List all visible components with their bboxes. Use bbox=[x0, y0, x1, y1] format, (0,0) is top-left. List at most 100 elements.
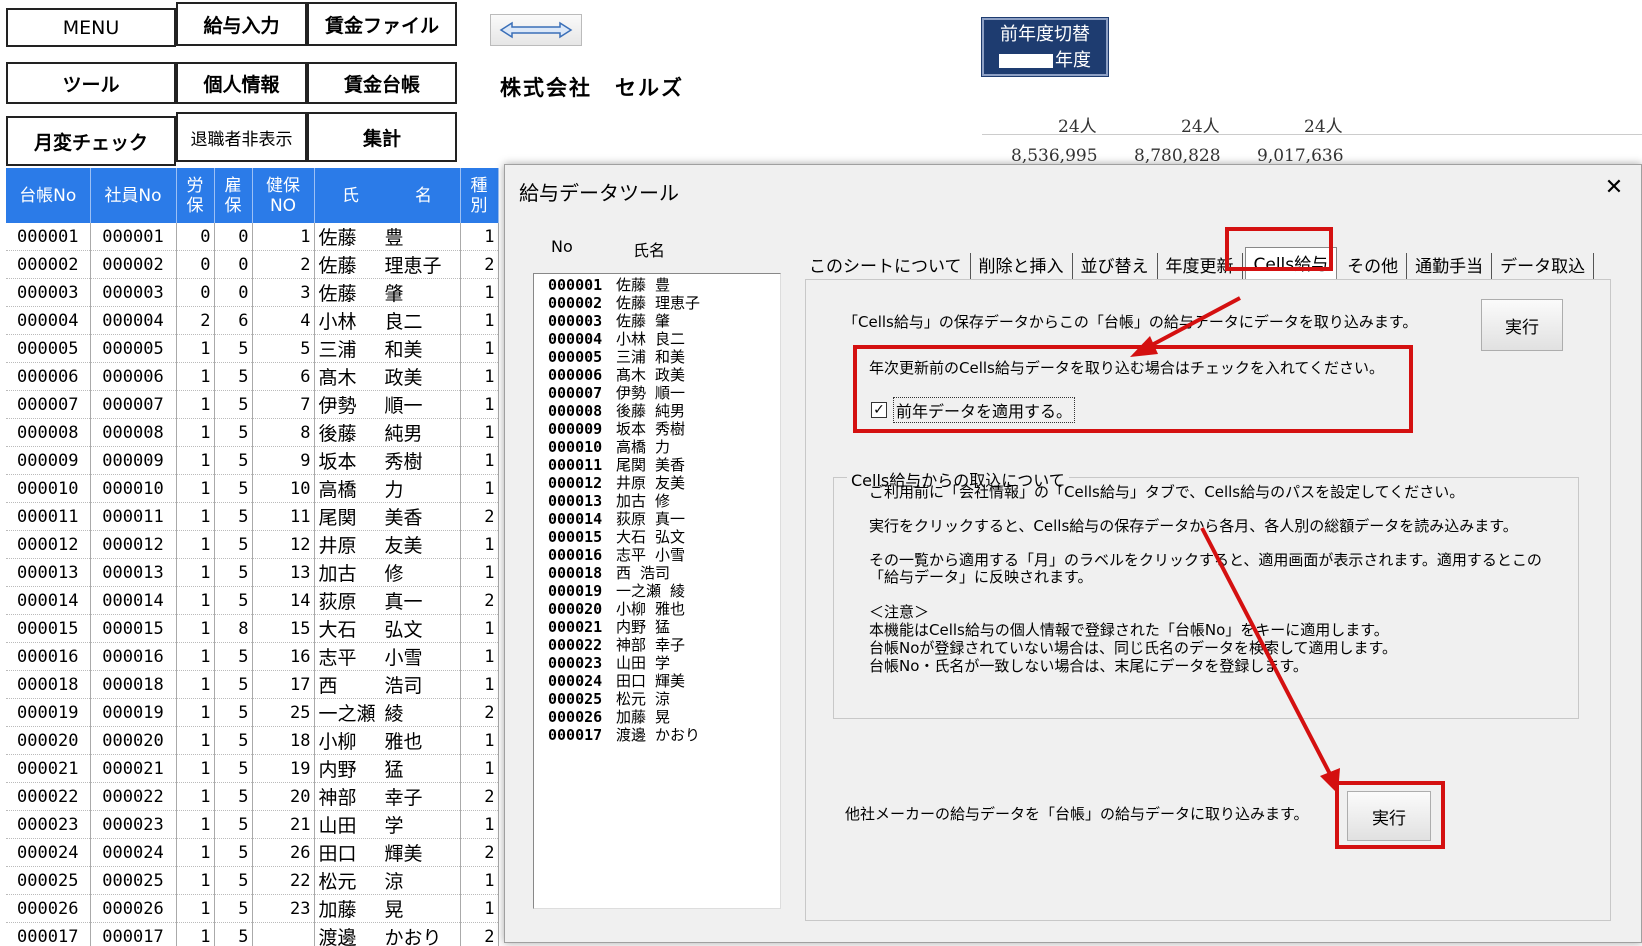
list-item[interactable]: 000013 加古 修 bbox=[548, 492, 766, 510]
cell-shimei[interactable]: 小林 良二 bbox=[314, 306, 461, 335]
cell-koho[interactable]: 5 bbox=[214, 474, 253, 503]
cell-kenpo-no[interactable]: 19 bbox=[252, 754, 315, 783]
cell-shain-no[interactable]: 000024 bbox=[90, 838, 177, 867]
cell-shain-no[interactable]: 000014 bbox=[90, 586, 177, 615]
cell-koho[interactable]: 5 bbox=[214, 810, 253, 839]
cell-rouho[interactable]: 1 bbox=[176, 810, 215, 839]
cells-exec-button[interactable]: 実行 bbox=[1481, 299, 1563, 351]
cell-rouho[interactable]: 1 bbox=[176, 390, 215, 419]
cell-shimei[interactable]: 佐藤 理恵子 bbox=[314, 250, 461, 279]
table-row[interactable]: 000006 000006 1 5 6 髙木 政美 1 bbox=[6, 362, 499, 391]
cell-rouho[interactable]: 1 bbox=[176, 838, 215, 867]
cell-kenpo-no[interactable]: 14 bbox=[252, 586, 315, 615]
cell-rouho[interactable]: 1 bbox=[176, 894, 215, 923]
cell-shubetsu[interactable]: 2 bbox=[460, 922, 499, 946]
cell-shimei[interactable]: 西浩司 bbox=[314, 670, 461, 699]
cell-shimei[interactable]: 渡邊 かおり bbox=[314, 922, 461, 946]
cell-koho[interactable]: 5 bbox=[214, 838, 253, 867]
cell-shimei[interactable]: 松元涼 bbox=[314, 866, 461, 895]
tool-button[interactable]: ツール bbox=[6, 62, 176, 104]
table-row[interactable]: 000015 000015 1 8 15 大石 弘文 1 bbox=[6, 614, 499, 643]
tab-commute[interactable]: 通勤手当 bbox=[1407, 253, 1493, 281]
cell-rouho[interactable]: 1 bbox=[176, 502, 215, 531]
cell-kenpo-no[interactable]: 5 bbox=[252, 334, 315, 363]
list-item[interactable]: 000021 内野 猛 bbox=[548, 618, 766, 636]
list-item[interactable]: 000008 後藤 純男 bbox=[548, 402, 766, 420]
table-row[interactable]: 000011 000011 1 5 11 尾関 美香 2 bbox=[6, 502, 499, 531]
list-item[interactable]: 000018 西 浩司 bbox=[548, 564, 766, 582]
table-row[interactable]: 000002 000002 0 0 2 佐藤 理恵子 2 bbox=[6, 250, 499, 279]
table-row[interactable]: 000014 000014 1 5 14 荻原 真一 2 bbox=[6, 586, 499, 615]
list-item[interactable]: 000003 佐藤 肇 bbox=[548, 312, 766, 330]
cell-shimei[interactable]: 田口 輝美 bbox=[314, 838, 461, 867]
cell-koho[interactable]: 5 bbox=[214, 530, 253, 559]
cell-koho[interactable]: 5 bbox=[214, 670, 253, 699]
cell-rouho[interactable]: 0 bbox=[176, 250, 215, 279]
cell-daicho-no[interactable]: 000018 bbox=[6, 670, 91, 699]
cell-koho[interactable]: 5 bbox=[214, 334, 253, 363]
cell-shubetsu[interactable]: 1 bbox=[460, 670, 499, 699]
cell-rouho[interactable]: 1 bbox=[176, 446, 215, 475]
cell-shain-no[interactable]: 000021 bbox=[90, 754, 177, 783]
cell-shain-no[interactable]: 000026 bbox=[90, 894, 177, 923]
table-row[interactable]: 000024 000024 1 5 26 田口 輝美 2 bbox=[6, 838, 499, 867]
cell-daicho-no[interactable]: 000010 bbox=[6, 474, 91, 503]
list-item[interactable]: 000025 松元 涼 bbox=[548, 690, 766, 708]
cell-koho[interactable]: 5 bbox=[214, 754, 253, 783]
cell-shimei[interactable]: 一之瀬綾 bbox=[314, 698, 461, 727]
chingin-file-button[interactable]: 賃金ファイル bbox=[307, 2, 457, 46]
list-item[interactable]: 000024 田口 輝美 bbox=[548, 672, 766, 690]
list-item[interactable]: 000007 伊勢 順一 bbox=[548, 384, 766, 402]
cell-daicho-no[interactable]: 000008 bbox=[6, 418, 91, 447]
cell-shain-no[interactable]: 000022 bbox=[90, 782, 177, 811]
cell-shimei[interactable]: 伊勢 順一 bbox=[314, 390, 461, 419]
cell-kenpo-no[interactable]: 8 bbox=[252, 418, 315, 447]
table-row[interactable]: 000026 000026 1 5 23 加藤晃 1 bbox=[6, 894, 499, 923]
tab-sort[interactable]: 並び替え bbox=[1073, 253, 1158, 281]
table-row[interactable]: 000025 000025 1 5 22 松元涼 1 bbox=[6, 866, 499, 895]
cell-kenpo-no[interactable]: 10 bbox=[252, 474, 315, 503]
cell-daicho-no[interactable]: 000011 bbox=[6, 502, 91, 531]
table-row[interactable]: 000022 000022 1 5 20 神部 幸子 2 bbox=[6, 782, 499, 811]
list-item[interactable]: 000023 山田 学 bbox=[548, 654, 766, 672]
cell-shain-no[interactable]: 000004 bbox=[90, 306, 177, 335]
cell-kenpo-no[interactable]: 18 bbox=[252, 726, 315, 755]
cell-shimei[interactable]: 加藤晃 bbox=[314, 894, 461, 923]
employee-listbox[interactable]: 000001 佐藤 豊 000002 佐藤 理恵子 000003 佐藤 肇 000004 小林… bbox=[533, 273, 781, 909]
cell-kenpo-no[interactable]: 4 bbox=[252, 306, 315, 335]
cell-shain-no[interactable]: 000003 bbox=[90, 278, 177, 307]
cell-rouho[interactable]: 1 bbox=[176, 698, 215, 727]
cell-shubetsu[interactable]: 1 bbox=[460, 362, 499, 391]
cell-rouho[interactable]: 1 bbox=[176, 726, 215, 755]
table-row[interactable]: 000020 000020 1 5 18 小柳 雅也 1 bbox=[6, 726, 499, 755]
table-row[interactable]: 000007 000007 1 5 7 伊勢 順一 1 bbox=[6, 390, 499, 419]
list-item[interactable]: 000019 一之瀬 綾 bbox=[548, 582, 766, 600]
cell-koho[interactable]: 5 bbox=[214, 782, 253, 811]
kojin-joho-button[interactable]: 個人情報 bbox=[176, 62, 307, 104]
cell-shimei[interactable]: 加古修 bbox=[314, 558, 461, 587]
cell-koho[interactable]: 5 bbox=[214, 362, 253, 391]
cell-kenpo-no[interactable]: 22 bbox=[252, 866, 315, 895]
cell-rouho[interactable]: 1 bbox=[176, 334, 215, 363]
cell-koho[interactable]: 5 bbox=[214, 922, 253, 946]
cell-shain-no[interactable]: 000012 bbox=[90, 530, 177, 559]
list-item[interactable]: 000010 高橋 力 bbox=[548, 438, 766, 456]
cell-daicho-no[interactable]: 000025 bbox=[6, 866, 91, 895]
cell-koho[interactable]: 5 bbox=[214, 418, 253, 447]
cell-shain-no[interactable]: 000011 bbox=[90, 502, 177, 531]
cell-shubetsu[interactable]: 2 bbox=[460, 698, 499, 727]
table-row[interactable]: 000001 000001 0 0 1 佐藤豊 1 bbox=[6, 223, 499, 251]
cell-rouho[interactable]: 1 bbox=[176, 670, 215, 699]
cell-daicho-no[interactable]: 000021 bbox=[6, 754, 91, 783]
tab-data-import[interactable]: データ取込 bbox=[1492, 253, 1595, 281]
table-row[interactable]: 000013 000013 1 5 13 加古修 1 bbox=[6, 558, 499, 587]
cell-shain-no[interactable]: 000002 bbox=[90, 250, 177, 279]
tab-about-sheet[interactable]: このシートについて bbox=[801, 253, 971, 281]
tab-other[interactable]: その他 bbox=[1339, 253, 1408, 281]
cell-rouho[interactable]: 1 bbox=[176, 530, 215, 559]
cell-shimei[interactable]: 荻原 真一 bbox=[314, 586, 461, 615]
cell-koho[interactable]: 0 bbox=[214, 250, 253, 279]
cell-shimei[interactable]: 山田学 bbox=[314, 810, 461, 839]
tab-delete-insert[interactable]: 削除と挿入 bbox=[971, 253, 1073, 281]
year-input[interactable] bbox=[999, 54, 1053, 68]
